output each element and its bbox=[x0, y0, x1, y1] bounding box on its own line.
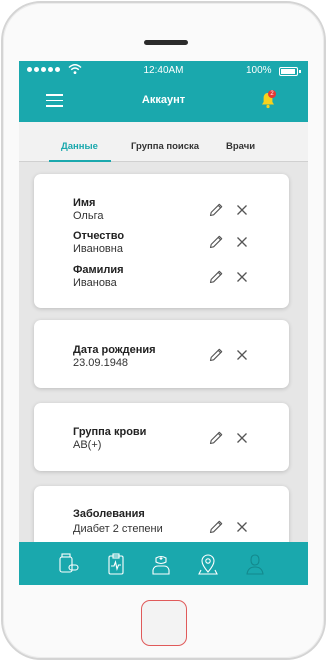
delete-x-icon[interactable] bbox=[234, 430, 250, 446]
tab-data[interactable]: Данные bbox=[61, 141, 98, 152]
tab-bar: Данные Группа поиска Врачи bbox=[19, 122, 308, 162]
field-value: Иванова bbox=[73, 277, 117, 289]
field-label: Группа крови bbox=[73, 426, 147, 438]
bottom-navigation bbox=[19, 542, 308, 585]
field-value: Ивановна bbox=[73, 243, 123, 255]
delete-x-icon[interactable] bbox=[234, 202, 250, 218]
tab-search-group[interactable]: Группа поиска bbox=[131, 141, 199, 152]
edit-pencil-icon[interactable] bbox=[208, 347, 224, 363]
diseases-field: Заболевания Диабет 2 степени bbox=[73, 508, 203, 536]
edit-pencil-icon[interactable] bbox=[208, 519, 224, 535]
edit-pencil-icon[interactable] bbox=[208, 269, 224, 285]
diseases-card: Заболевания Диабет 2 степени bbox=[34, 486, 289, 542]
medical-chart-icon[interactable] bbox=[104, 552, 128, 576]
home-button[interactable] bbox=[141, 600, 187, 646]
field-value: 23.09.1948 bbox=[73, 357, 129, 369]
delete-x-icon[interactable] bbox=[234, 347, 250, 363]
battery-percent: 100% bbox=[246, 65, 272, 76]
blood-group-field: Группа крови AB(+) bbox=[73, 426, 203, 452]
field-label: Имя bbox=[73, 197, 96, 209]
profile-icon[interactable] bbox=[243, 552, 267, 576]
app-screen: 12:40AM 100% Аккаунт 2 Данные Группа пои… bbox=[19, 61, 308, 585]
location-pin-icon[interactable] bbox=[196, 552, 220, 576]
field-label: Отчество bbox=[73, 230, 125, 242]
phone-speaker bbox=[144, 40, 188, 45]
edit-pencil-icon[interactable] bbox=[208, 202, 224, 218]
first-name-field: Имя Ольга bbox=[73, 197, 203, 223]
medicine-icon[interactable] bbox=[56, 552, 80, 576]
account-fields-list: Имя Ольга Отчество Ивановна Фамилия Иван… bbox=[19, 162, 308, 542]
tab-doctors[interactable]: Врачи bbox=[226, 141, 255, 152]
delete-x-icon[interactable] bbox=[234, 269, 250, 285]
field-label: Дата рождения bbox=[73, 344, 156, 356]
status-bar: 12:40AM 100% bbox=[19, 61, 308, 81]
field-value: Диабет 2 степени bbox=[73, 523, 163, 535]
field-label: Заболевания bbox=[73, 508, 145, 520]
battery-icon bbox=[279, 67, 301, 76]
birth-date-card: Дата рождения 23.09.1948 bbox=[34, 320, 289, 388]
app-header: Аккаунт 2 bbox=[19, 81, 308, 122]
notification-badge: 2 bbox=[268, 90, 276, 98]
birth-date-field: Дата рождения 23.09.1948 bbox=[73, 344, 203, 370]
name-card: Имя Ольга Отчество Ивановна Фамилия Иван… bbox=[34, 174, 289, 308]
field-value: Ольга bbox=[73, 210, 104, 222]
doctor-icon[interactable] bbox=[149, 552, 173, 576]
delete-x-icon[interactable] bbox=[234, 234, 250, 250]
delete-x-icon[interactable] bbox=[234, 519, 250, 535]
blood-group-card: Группа крови AB(+) bbox=[34, 403, 289, 471]
field-label: Фамилия bbox=[73, 264, 124, 276]
patronymic-field: Отчество Ивановна bbox=[73, 230, 203, 256]
last-name-field: Фамилия Иванова bbox=[73, 264, 203, 290]
edit-pencil-icon[interactable] bbox=[208, 430, 224, 446]
edit-pencil-icon[interactable] bbox=[208, 234, 224, 250]
field-value: AB(+) bbox=[73, 439, 102, 451]
